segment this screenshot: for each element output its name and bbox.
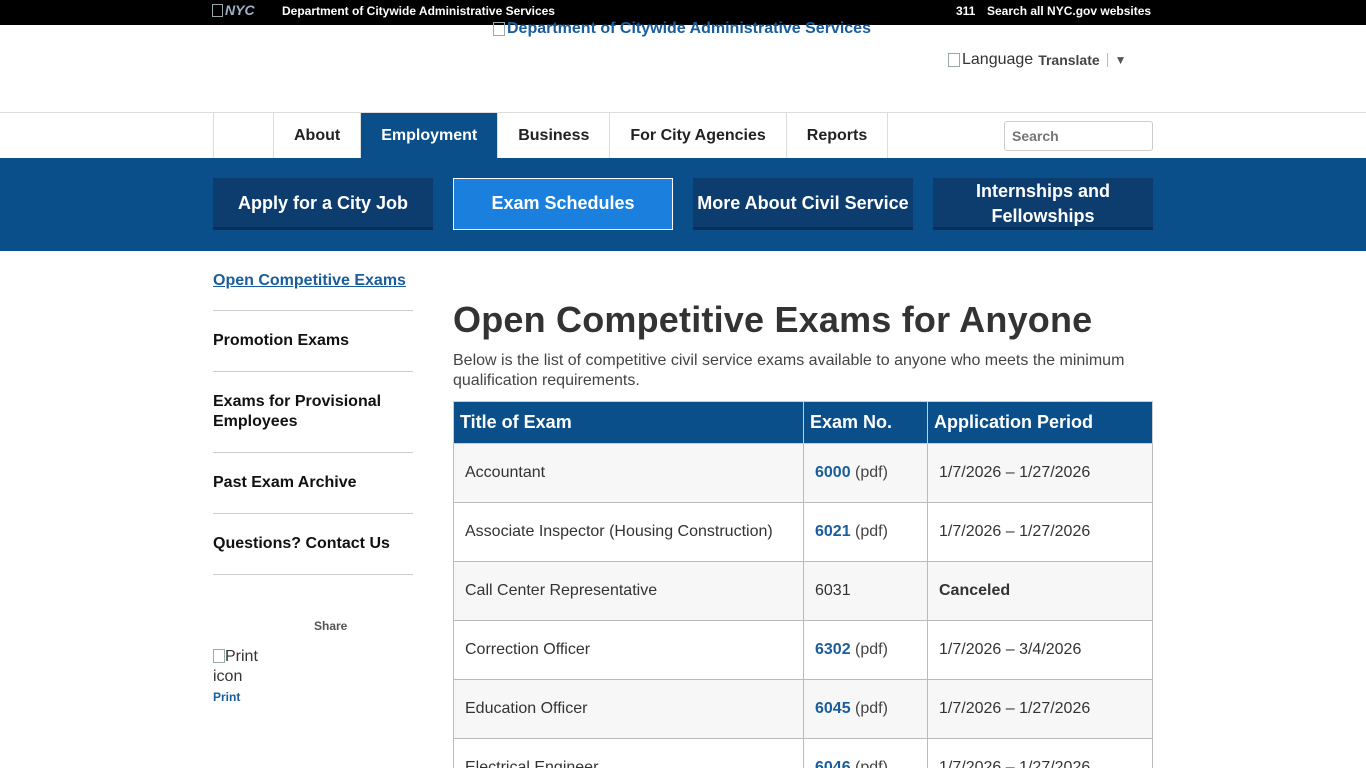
exam-number: 6031 bbox=[815, 582, 851, 599]
exam-number-cell: 6031 bbox=[803, 561, 928, 621]
nav-item-for-city-agencies[interactable]: For City Agencies bbox=[610, 113, 787, 158]
broken-image-icon bbox=[493, 22, 505, 36]
exam-number-link[interactable]: 6000 bbox=[815, 464, 851, 481]
translate-label[interactable]: Translate bbox=[1038, 52, 1099, 68]
print-icon[interactable]: Print icon bbox=[213, 647, 273, 687]
column-header-exam-no: Exam No. bbox=[803, 401, 928, 444]
table-row: Correction Officer 6302 (pdf) 1/7/2026 – 3… bbox=[453, 620, 1153, 680]
subnav-internships-and-fellowships[interactable]: Internships and Fellowships bbox=[933, 178, 1153, 230]
search-all-link[interactable]: Search all NYC.gov websites bbox=[987, 4, 1151, 18]
application-period: 1/7/2026 – 1/27/2026 bbox=[927, 679, 1153, 739]
divider bbox=[1106, 53, 1108, 67]
exam-title: Correction Officer bbox=[453, 620, 804, 680]
exam-title: Education Officer bbox=[453, 679, 804, 739]
language-icon bbox=[948, 53, 960, 67]
pdf-label: (pdf) bbox=[855, 641, 888, 658]
search-input[interactable] bbox=[1004, 121, 1153, 151]
sidebar-item: Promotion Exams bbox=[213, 311, 413, 372]
sidebar-link-promotion-exams[interactable]: Promotion Exams bbox=[213, 331, 349, 351]
language-alt: Language bbox=[962, 51, 1034, 68]
pdf-label: (pdf) bbox=[855, 700, 888, 717]
exam-number-link[interactable]: 6045 bbox=[815, 700, 851, 717]
nyc-logo[interactable]: NYC bbox=[212, 2, 255, 18]
nav-home-cell[interactable] bbox=[213, 113, 274, 158]
subnav-more-about-civil-service[interactable]: More About Civil Service bbox=[693, 178, 913, 230]
application-period: 1/7/2026 – 1/27/2026 bbox=[927, 443, 1153, 503]
translate-widget[interactable]: Language Translate ▼ bbox=[948, 51, 1127, 69]
intro-text: Below is the list of competitive civil s… bbox=[453, 352, 1125, 389]
exam-number-cell: 6302 (pdf) bbox=[803, 620, 928, 680]
sidebar-link-exams-for-provisional-employees[interactable]: Exams for Provisional Employees bbox=[213, 392, 413, 432]
exams-table: Title of Exam Exam No. Application Perio… bbox=[453, 401, 1153, 768]
main-nav: About Employment Business For City Agencies… bbox=[0, 112, 1366, 158]
sidebar-link-past-exam-archive[interactable]: Past Exam Archive bbox=[213, 473, 356, 493]
share-label[interactable]: Share bbox=[314, 619, 347, 633]
application-period: 1/7/2026 – 1/27/2026 bbox=[927, 502, 1153, 562]
table-row: Education Officer 6045 (pdf) 1/7/2026 – 1/… bbox=[453, 679, 1153, 739]
broken-image-icon bbox=[213, 649, 225, 663]
subnav-apply-for-a-city-job[interactable]: Apply for a City Job bbox=[213, 178, 433, 230]
exam-number-cell: 6045 (pdf) bbox=[803, 679, 928, 739]
application-period: 1/7/2026 – 1/27/2026 bbox=[927, 738, 1153, 768]
exam-title: Electrical Engineer bbox=[453, 738, 804, 768]
agency-logo-alt: Department of Citywide Administrative Se… bbox=[507, 20, 871, 37]
311-link[interactable]: 311 bbox=[956, 4, 975, 18]
sidebar-item: Open Competitive Exams bbox=[213, 271, 413, 311]
print-link[interactable]: Print bbox=[213, 690, 240, 704]
chevron-down-icon[interactable]: ▼ bbox=[1115, 53, 1127, 67]
table-row: Accountant 6000 (pdf) 1/7/2026 – 1/27/2026 bbox=[453, 443, 1153, 503]
department-name: Department of Citywide Administrative Se… bbox=[282, 4, 555, 18]
table-header-row: Title of Exam Exam No. Application Perio… bbox=[453, 401, 1153, 444]
sidebar-item: Questions? Contact Us bbox=[213, 514, 413, 575]
table-row: Electrical Engineer 6046 (pdf) 1/7/2026 – … bbox=[453, 738, 1153, 768]
column-header-period: Application Period bbox=[927, 401, 1153, 444]
pdf-label: (pdf) bbox=[855, 523, 888, 540]
nyc-logo-alt: NYC bbox=[225, 2, 255, 18]
pdf-label: (pdf) bbox=[855, 464, 888, 481]
exam-title: Accountant bbox=[453, 443, 804, 503]
application-period: 1/7/2026 – 3/4/2026 bbox=[927, 620, 1153, 680]
broken-image-icon bbox=[212, 3, 223, 17]
sidebar-item: Past Exam Archive bbox=[213, 453, 413, 514]
table-row: Associate Inspector (Housing Constructio… bbox=[453, 502, 1153, 562]
exam-title: Associate Inspector (Housing Constructio… bbox=[453, 502, 804, 562]
exam-number-cell: 6046 (pdf) bbox=[803, 738, 928, 768]
exam-number-link[interactable]: 6021 bbox=[815, 523, 851, 540]
sidebar-link-questions-contact-us[interactable]: Questions? Contact Us bbox=[213, 534, 390, 554]
page-title: Open Competitive Exams for Anyone bbox=[453, 299, 1093, 340]
subnav-exam-schedules[interactable]: Exam Schedules bbox=[453, 178, 673, 230]
nav-item-reports[interactable]: Reports bbox=[787, 113, 889, 158]
status-canceled: Canceled bbox=[927, 561, 1153, 621]
sidebar-item: Exams for Provisional Employees bbox=[213, 372, 413, 453]
nav-item-employment[interactable]: Employment bbox=[361, 113, 499, 158]
exam-number-cell: 6000 (pdf) bbox=[803, 443, 928, 503]
nav-item-about[interactable]: About bbox=[274, 113, 362, 158]
nav-item-business[interactable]: Business bbox=[498, 113, 611, 158]
exam-number-link[interactable]: 6302 bbox=[815, 641, 851, 658]
exam-number-cell: 6021 (pdf) bbox=[803, 502, 928, 562]
sub-nav: Apply for a City Job Exam Schedules More A… bbox=[0, 158, 1366, 251]
sidebar-link-open-competitive-exams[interactable]: Open Competitive Exams bbox=[213, 271, 406, 291]
table-row: Call Center Representative 6031 Canceled bbox=[453, 561, 1153, 621]
agency-logo[interactable]: Department of Citywide Administrative Se… bbox=[493, 20, 871, 38]
pdf-label: (pdf) bbox=[855, 759, 888, 768]
exam-number-link[interactable]: 6046 bbox=[815, 759, 851, 768]
column-header-title: Title of Exam bbox=[453, 401, 804, 444]
exam-title: Call Center Representative bbox=[453, 561, 804, 621]
